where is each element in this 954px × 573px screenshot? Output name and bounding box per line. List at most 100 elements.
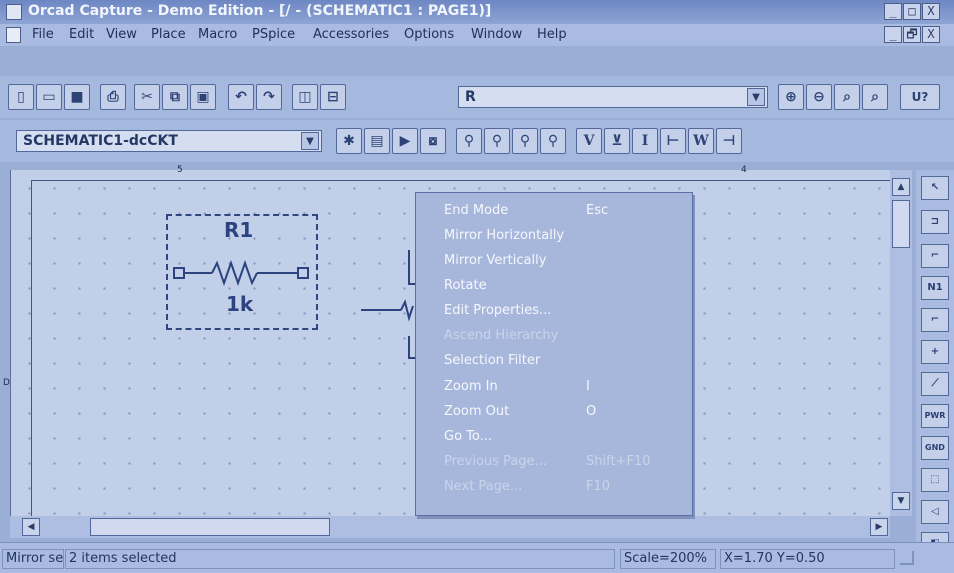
run-icon[interactable]: ▶ — [392, 128, 418, 154]
scroll-up-button[interactable]: ▲ — [892, 178, 910, 196]
context-menu: End Mode Esc Mirror Horizontally Mirror … — [415, 192, 693, 516]
probe-2-icon[interactable]: ⚲ — [540, 128, 566, 154]
place-hierarchical-block-icon[interactable]: ⬚ — [921, 468, 949, 492]
pspice-toolbar: SCHEMATIC1-dcCKT ▼ ✱ ▤ ▶ ⧇ ⚲ ⚲ ⚲ ⚲ V ⊻ I… — [0, 120, 954, 162]
chevron-down-icon[interactable]: ▼ — [301, 132, 319, 150]
menu-item-end-mode[interactable]: End Mode — [444, 203, 508, 218]
place-power-button[interactable]: PWR — [921, 404, 949, 428]
zoom-in-icon[interactable]: ⊕ — [778, 84, 804, 110]
menu-item-selection-filter[interactable]: Selection Filter — [444, 353, 540, 368]
shortcut-next-page: F10 — [586, 479, 611, 494]
zoom-out-icon[interactable]: ⊖ — [806, 84, 832, 110]
voltage-marker-button[interactable]: V — [576, 128, 602, 154]
power-display-icon[interactable]: ⊣ — [716, 128, 742, 154]
place-junction-icon[interactable]: + — [921, 340, 949, 364]
minimize-button[interactable]: _ — [884, 3, 902, 20]
place-port-icon[interactable]: ◁ — [921, 500, 949, 524]
place-part-icon[interactable]: ⊐ — [921, 210, 949, 234]
undo-icon[interactable]: ↶ — [228, 84, 254, 110]
doc-close-button[interactable]: X — [922, 26, 940, 43]
menu-item-zoom-out[interactable]: Zoom Out — [444, 404, 509, 419]
edit-simulation-icon[interactable]: ▤ — [364, 128, 390, 154]
print-icon[interactable]: ⎙ — [100, 84, 126, 110]
shortcut-previous-page: Shift+F10 — [586, 454, 651, 469]
open-folder-icon[interactable]: ▭ — [36, 84, 62, 110]
zoom-all-icon[interactable]: ⌕ — [862, 84, 888, 110]
voltage-diff-marker-icon[interactable]: ⊻ — [604, 128, 630, 154]
tile-horizontal-icon[interactable]: ⊟ — [320, 84, 346, 110]
tile-vertical-icon[interactable]: ◫ — [292, 84, 318, 110]
menu-item-edit-properties[interactable]: Edit Properties... — [444, 303, 551, 318]
chevron-down-icon[interactable]: ▼ — [747, 88, 765, 106]
menu-options[interactable]: Options — [404, 27, 454, 42]
menu-edit[interactable]: Edit — [69, 27, 94, 42]
horizontal-scrollbar[interactable]: ◀ ▶ — [10, 516, 890, 538]
cut-icon[interactable]: ✂ — [134, 84, 160, 110]
resistor-part[interactable]: R1 1k — [166, 214, 318, 330]
scroll-thumb[interactable] — [90, 518, 330, 536]
menu-item-rotate[interactable]: Rotate — [444, 278, 487, 293]
markers-icon[interactable]: ⚲ — [484, 128, 510, 154]
doc-restore-button[interactable]: 🗗 — [903, 26, 921, 43]
place-wire-icon[interactable]: ⌐ — [921, 244, 949, 268]
wire-segment — [361, 250, 421, 359]
new-simulation-icon[interactable]: ✱ — [336, 128, 362, 154]
vertical-scrollbar[interactable]: ▲ ▼ — [890, 170, 912, 516]
marker-icon[interactable]: ⚲ — [456, 128, 482, 154]
maximize-button[interactable]: □ — [903, 3, 921, 20]
zoom-area-icon[interactable]: ⌕ — [834, 84, 860, 110]
scroll-right-button[interactable]: ▶ — [870, 518, 888, 536]
menu-macro[interactable]: Macro — [198, 27, 237, 42]
menu-place[interactable]: Place — [151, 27, 186, 42]
part-refdes: R1 — [224, 218, 254, 242]
document-icon[interactable] — [6, 27, 21, 43]
menu-file[interactable]: File — [32, 27, 54, 42]
menu-pspice[interactable]: PSpice — [252, 27, 295, 42]
select-arrow-icon[interactable]: ↖ — [921, 176, 949, 200]
view-results-icon[interactable]: ⧇ — [420, 128, 446, 154]
schematic-combo-value: SCHEMATIC1-dcCKT — [23, 133, 178, 149]
menu-item-zoom-in[interactable]: Zoom In — [444, 379, 498, 394]
doc-minimize-button[interactable]: _ — [884, 26, 902, 43]
menu-item-go-to[interactable]: Go To... — [444, 429, 492, 444]
schematic-combo[interactable]: SCHEMATIC1-dcCKT ▼ — [16, 130, 322, 152]
menu-bar: File Edit View Place Macro PSpice Access… — [0, 24, 954, 46]
status-message: Mirror se — [2, 549, 64, 569]
status-bar: Mirror se 2 items selected Scale=200% X=… — [0, 542, 954, 573]
save-icon[interactable]: ■ — [64, 84, 90, 110]
scroll-left-button[interactable]: ◀ — [22, 518, 40, 536]
part-search-combo[interactable]: R ▼ — [458, 86, 768, 108]
menu-help[interactable]: Help — [537, 27, 567, 42]
current-marker-button[interactable]: I — [632, 128, 658, 154]
bus-entry-icon[interactable]: ⟋ — [921, 372, 949, 396]
new-file-icon[interactable]: ▯ — [8, 84, 34, 110]
place-ground-button[interactable]: GND — [921, 436, 949, 460]
copy-icon[interactable]: ⧉ — [162, 84, 188, 110]
resize-grip-icon[interactable] — [900, 551, 914, 565]
ruler-mark: 4 — [741, 165, 747, 175]
shortcut-zoom-in: I — [586, 379, 590, 394]
standard-toolbar: ▯ ▭ ■ ⎙ ✂ ⧉ ▣ ↶ ↷ ◫ ⊟ R ▼ ⊕ ⊖ ⌕ ⌕ U? — [0, 76, 954, 118]
menu-view[interactable]: View — [106, 27, 137, 42]
menu-item-mirror-horizontally[interactable]: Mirror Horizontally — [444, 228, 564, 243]
place-net-alias-button[interactable]: N1 — [921, 276, 949, 300]
close-button[interactable]: X — [922, 3, 940, 20]
probe-icon[interactable]: ⚲ — [512, 128, 538, 154]
paste-icon[interactable]: ▣ — [190, 84, 216, 110]
redo-icon[interactable]: ↷ — [256, 84, 282, 110]
shortcut-zoom-out: O — [586, 404, 597, 419]
scroll-down-button[interactable]: ▼ — [892, 492, 910, 510]
menu-window[interactable]: Window — [471, 27, 522, 42]
bias-current-icon[interactable]: ⊢ — [660, 128, 686, 154]
ruler-mark: 5 — [177, 165, 183, 175]
page-border-left — [31, 180, 32, 520]
part-search-value: R — [465, 89, 476, 105]
power-marker-button[interactable]: W — [688, 128, 714, 154]
zone-mark: D — [3, 378, 10, 388]
scroll-thumb[interactable] — [892, 200, 910, 248]
annotate-button[interactable]: U? — [900, 84, 940, 110]
menu-item-mirror-vertically[interactable]: Mirror Vertically — [444, 253, 546, 268]
menu-accessories[interactable]: Accessories — [313, 27, 389, 42]
place-bus-icon[interactable]: ⌐ — [921, 308, 949, 332]
title-bar: Orcad Capture - Demo Edition - [/ - (SCH… — [0, 0, 954, 24]
